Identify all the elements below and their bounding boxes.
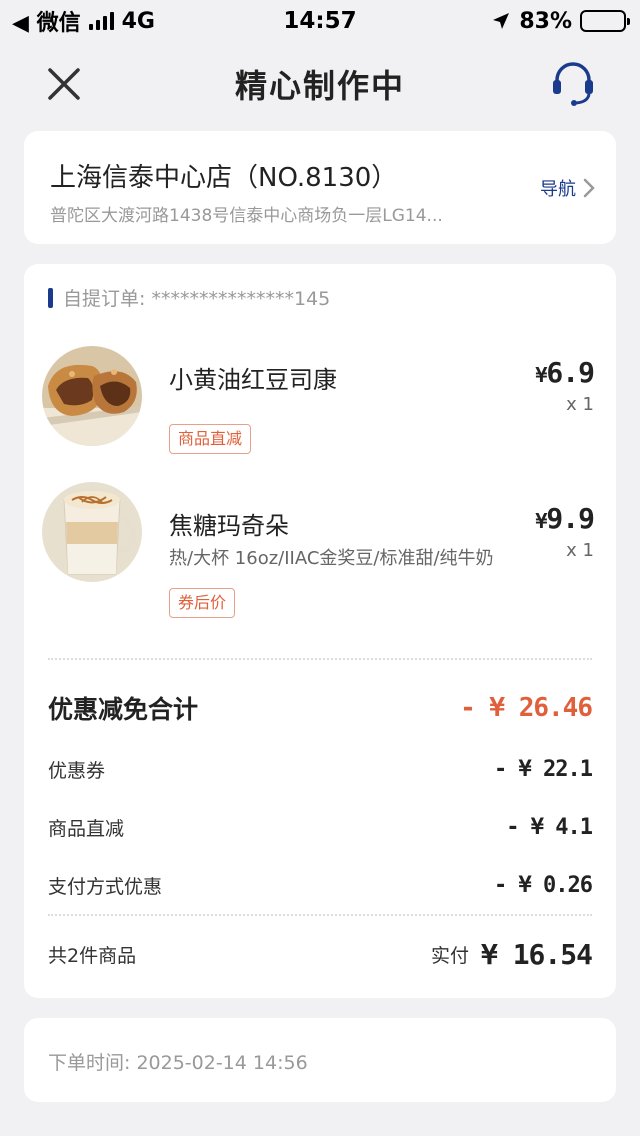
payment-row: 共2件商品 实付 ¥ 16.54	[48, 938, 593, 971]
item-price-value: 6.9	[546, 356, 595, 389]
discount-row: 支付方式优惠 - ¥ 0.26	[48, 872, 593, 899]
divider	[48, 658, 592, 660]
item-price: ¥9.9	[535, 502, 595, 535]
item-count: 共2件商品	[48, 945, 137, 967]
pickup-marker	[48, 287, 53, 308]
paid-amount: ¥ 16.54	[480, 938, 593, 971]
store-name: 上海信泰中心店（NO.8130）	[50, 163, 398, 193]
order-time-card: 下单时间: 2025-02-14 14:56	[24, 1018, 616, 1102]
headset-icon[interactable]	[548, 58, 598, 108]
discount-label: 优惠券	[48, 760, 106, 782]
store-card: 上海信泰中心店（NO.8130） 普陀区大渡河路1438号信泰中心商场负一层LG…	[24, 131, 616, 244]
item-name: 焦糖玛奇朵	[169, 512, 289, 540]
order-item[interactable]: 焦糖玛奇朵 热/大杯 16oz/IIAC金奖豆/标准甜/纯牛奶 券后价 ¥9.9…	[24, 482, 616, 618]
scone-image	[42, 346, 142, 446]
discount-label: 商品直减	[48, 818, 125, 840]
order-time: 下单时间: 2025-02-14 14:56	[48, 1052, 308, 1074]
pickup-order-label: 自提订单: ***************145	[63, 288, 331, 310]
network-type: 4G	[121, 8, 155, 34]
item-spec: 热/大杯 16oz/IIAC金奖豆/标准甜/纯牛奶	[169, 548, 494, 569]
currency-symbol: ¥	[535, 363, 547, 387]
item-price: ¥6.9	[535, 356, 595, 389]
navigate-label: 导航	[540, 179, 576, 200]
currency-symbol: ¥	[535, 509, 547, 533]
signal-icon	[88, 12, 114, 30]
item-tag: 券后价	[169, 588, 236, 618]
item-price-value: 9.9	[546, 502, 595, 535]
item-quantity: x 1	[566, 394, 594, 415]
battery-icon	[580, 10, 630, 32]
discount-label: 支付方式优惠	[48, 876, 163, 898]
discount-total-label: 优惠减免合计	[48, 695, 199, 724]
pickup-order: 自提订单: ***************145	[48, 284, 330, 311]
order-item[interactable]: 小黄油红豆司康 商品直减 ¥6.9 x 1	[24, 346, 616, 466]
item-tag: 商品直减	[169, 424, 252, 454]
navigate-button[interactable]: 导航	[540, 175, 596, 201]
discount-total-row: 优惠减免合计 - ¥ 26.46	[48, 690, 593, 726]
chevron-right-icon	[583, 178, 595, 198]
status-bar: ◀ 微信 4G 14:57 83%	[0, 0, 640, 42]
store-address: 普陀区大渡河路1438号信泰中心商场负一层LG14...	[50, 206, 443, 226]
nav-bar: 精心制作中	[0, 48, 640, 120]
order-card: 自提订单: ***************145 小黄油红豆司康 商品直减 ¥6…	[24, 264, 616, 998]
paid-label: 实付	[430, 945, 469, 967]
item-name: 小黄油红豆司康	[169, 366, 337, 394]
close-icon[interactable]	[44, 64, 84, 104]
discount-row: 商品直减 - ¥ 4.1	[48, 814, 593, 841]
discount-value: - ¥ 0.26	[494, 873, 593, 898]
divider	[48, 914, 592, 916]
discount-value: - ¥ 22.1	[494, 757, 593, 782]
battery-percent: 83%	[519, 8, 572, 34]
item-quantity: x 1	[566, 540, 594, 561]
discount-row: 优惠券 - ¥ 22.1	[48, 756, 593, 783]
back-to-app[interactable]: ◀ 微信	[12, 5, 81, 37]
discount-value: - ¥ 4.1	[506, 815, 593, 840]
page-title: 精心制作中	[234, 67, 405, 105]
discount-total-value: - ¥ 26.46	[460, 693, 593, 723]
macchiato-image	[42, 482, 142, 582]
location-arrow-icon	[493, 13, 510, 29]
